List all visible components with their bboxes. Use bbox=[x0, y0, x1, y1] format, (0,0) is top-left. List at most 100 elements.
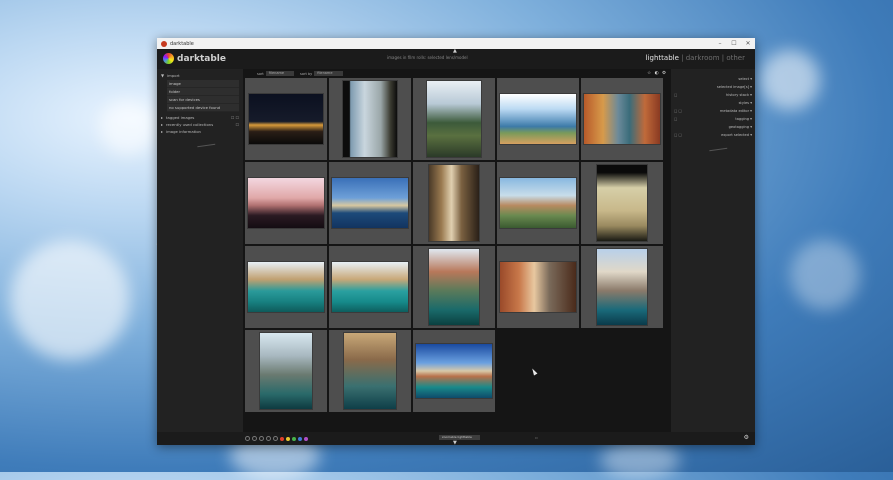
thumbnail-alpine-lake[interactable] bbox=[427, 81, 481, 157]
order-label: sort by bbox=[300, 71, 313, 76]
import-image-button[interactable]: image bbox=[167, 80, 239, 88]
color-label-icon[interactable] bbox=[280, 436, 284, 441]
thumbnail-lakefront-village[interactable] bbox=[332, 178, 408, 228]
scan-devices-button[interactable]: scan for devices bbox=[167, 96, 239, 104]
app-name: darktable bbox=[177, 53, 226, 64]
thumbnail-night-city[interactable] bbox=[249, 94, 323, 144]
minimize-button[interactable]: – bbox=[713, 40, 727, 47]
thumbnail-bridge-of-sighs[interactable] bbox=[260, 333, 312, 409]
thumbnail-cell[interactable] bbox=[581, 78, 663, 160]
color-label-icon[interactable] bbox=[304, 436, 308, 441]
module-title: select ▾ bbox=[738, 77, 752, 81]
thumbnail-cell[interactable] bbox=[413, 246, 495, 328]
rating-star-icon[interactable] bbox=[252, 436, 257, 441]
thumbnail-statue-lake[interactable] bbox=[500, 178, 576, 228]
right-module-row[interactable]: geotagging ▾ bbox=[671, 123, 755, 131]
module-options-icon[interactable]: ☐ ☐ bbox=[231, 115, 239, 120]
maximize-button[interactable]: ☐ bbox=[727, 40, 741, 47]
sort-select[interactable]: filename bbox=[265, 71, 295, 76]
rating-star-icon[interactable] bbox=[266, 436, 271, 441]
right-module-row[interactable]: selected image[s] ▾ bbox=[671, 83, 755, 91]
bokeh-light bbox=[100, 100, 155, 155]
thumbnail-window-view[interactable] bbox=[343, 81, 397, 157]
app-logo: darktable bbox=[163, 53, 226, 64]
thumbnail-leaning-tower[interactable] bbox=[597, 165, 647, 241]
right-module-row[interactable]: □ tagging ▾ bbox=[671, 115, 755, 123]
thumbnail-cell[interactable] bbox=[245, 78, 327, 160]
thumbnail-venice-gondolas[interactable] bbox=[597, 249, 647, 325]
grouping-icon[interactable]: ▫ bbox=[535, 435, 538, 440]
rating-star-icon[interactable] bbox=[273, 436, 278, 441]
color-label-icon[interactable] bbox=[292, 436, 296, 441]
thumbnail-narrow-canal[interactable] bbox=[344, 333, 396, 409]
module-title: history stack ▾ bbox=[726, 93, 752, 97]
right-module-row[interactable]: □ □ metadata editor ▾ bbox=[671, 107, 755, 115]
rating-star-icon[interactable] bbox=[259, 436, 264, 441]
thumbnail-cell[interactable] bbox=[581, 246, 663, 328]
window-controls: – ☐ ✕ bbox=[713, 40, 755, 47]
module-icons[interactable]: □ bbox=[674, 93, 677, 97]
module-icons[interactable]: □ □ bbox=[674, 133, 682, 137]
import-folder-button[interactable]: folder bbox=[167, 88, 239, 96]
module-recent-collections[interactable]: ▸ recently used collections ☐ bbox=[157, 121, 243, 128]
bottom-panel-toggle-icon[interactable]: ▼ bbox=[453, 441, 457, 446]
view-darkroom[interactable]: darkroom bbox=[686, 54, 720, 62]
right-module-row[interactable]: styles ▾ bbox=[671, 99, 755, 107]
thumbnail-milan-spires[interactable] bbox=[429, 165, 479, 241]
toolbar-icons[interactable]: ☆ ◐ ⚙ bbox=[647, 71, 667, 76]
view-switcher: lighttable | darkroom | other bbox=[646, 54, 745, 62]
thumbnail-rialto-panorama[interactable] bbox=[416, 344, 492, 398]
thumbnail-cell[interactable] bbox=[581, 162, 663, 244]
thumbnail-cell[interactable] bbox=[413, 162, 495, 244]
thumbnail-cell[interactable] bbox=[245, 246, 327, 328]
module-icons[interactable]: □ bbox=[674, 117, 677, 121]
module-icons[interactable]: □ □ bbox=[674, 109, 682, 113]
no-device-label: no supported device found bbox=[167, 104, 239, 112]
thumbnail-cell[interactable] bbox=[245, 330, 327, 412]
thumbnail-cell[interactable] bbox=[497, 78, 579, 160]
thumbnail-venice-bridge[interactable] bbox=[500, 262, 576, 312]
thumbnail-cell[interactable] bbox=[329, 162, 411, 244]
thumbnail-cell[interactable] bbox=[245, 162, 327, 244]
module-title: import bbox=[167, 73, 180, 78]
thumbnail-grand-canal-1[interactable] bbox=[248, 262, 324, 312]
module-title: styles ▾ bbox=[738, 101, 752, 105]
right-panel: select ▾ selected image[s] ▾ □ history stac… bbox=[671, 69, 755, 432]
top-panel-toggle-icon[interactable]: ▲ bbox=[453, 49, 457, 54]
thumbnail-lakeside-town[interactable] bbox=[500, 94, 576, 144]
right-module-row[interactable]: □ history stack ▾ bbox=[671, 91, 755, 99]
module-title: metadata editor ▾ bbox=[719, 109, 752, 113]
module-tagged-images[interactable]: ▸ tagged images ☐ ☐ bbox=[157, 114, 243, 121]
thumbnail-cell[interactable] bbox=[413, 330, 495, 412]
close-button[interactable]: ✕ bbox=[741, 40, 755, 47]
right-module-row[interactable]: select ▾ bbox=[671, 75, 755, 83]
thumbnail-cell[interactable] bbox=[497, 162, 579, 244]
view-lighttable[interactable]: lighttable bbox=[646, 54, 679, 62]
thumbnail-cell[interactable] bbox=[329, 78, 411, 160]
color-label-icon[interactable] bbox=[298, 436, 302, 441]
layout-select[interactable]: zoomable lighttable bbox=[439, 435, 480, 440]
view-other[interactable]: other bbox=[726, 54, 745, 62]
thumbnail-cell[interactable] bbox=[329, 330, 411, 412]
module-image-information[interactable]: ▸ image information bbox=[157, 128, 243, 135]
preferences-icon[interactable]: ⚙ bbox=[744, 434, 749, 441]
thumbnail-grand-canal-2[interactable] bbox=[332, 262, 408, 312]
thumbnail-cell[interactable] bbox=[413, 78, 495, 160]
module-import[interactable]: ▼ import bbox=[157, 72, 243, 79]
color-label-icon[interactable] bbox=[286, 436, 290, 441]
module-title: recently used collections bbox=[166, 122, 214, 127]
module-options-icon[interactable]: ☐ bbox=[236, 122, 239, 127]
thumbnail-venice-canal-bridge[interactable] bbox=[584, 94, 660, 144]
collapse-arrow-icon: ▸ bbox=[161, 115, 164, 120]
thumbnail-venice-side-canal[interactable] bbox=[429, 249, 479, 325]
bokeh-light bbox=[600, 440, 680, 480]
rating-star-icon[interactable] bbox=[245, 436, 250, 441]
right-module-row[interactable]: □ □ export selected ▾ bbox=[671, 131, 755, 139]
thumbnail-sunset-coast[interactable] bbox=[248, 178, 324, 228]
collapse-arrow-icon: ▸ bbox=[161, 129, 164, 134]
thumbnail-cell[interactable] bbox=[497, 246, 579, 328]
thumbnail-cell[interactable] bbox=[329, 246, 411, 328]
darktable-logo-icon bbox=[163, 53, 174, 64]
order-select[interactable]: filename bbox=[314, 71, 343, 76]
module-title: image information bbox=[166, 129, 201, 134]
